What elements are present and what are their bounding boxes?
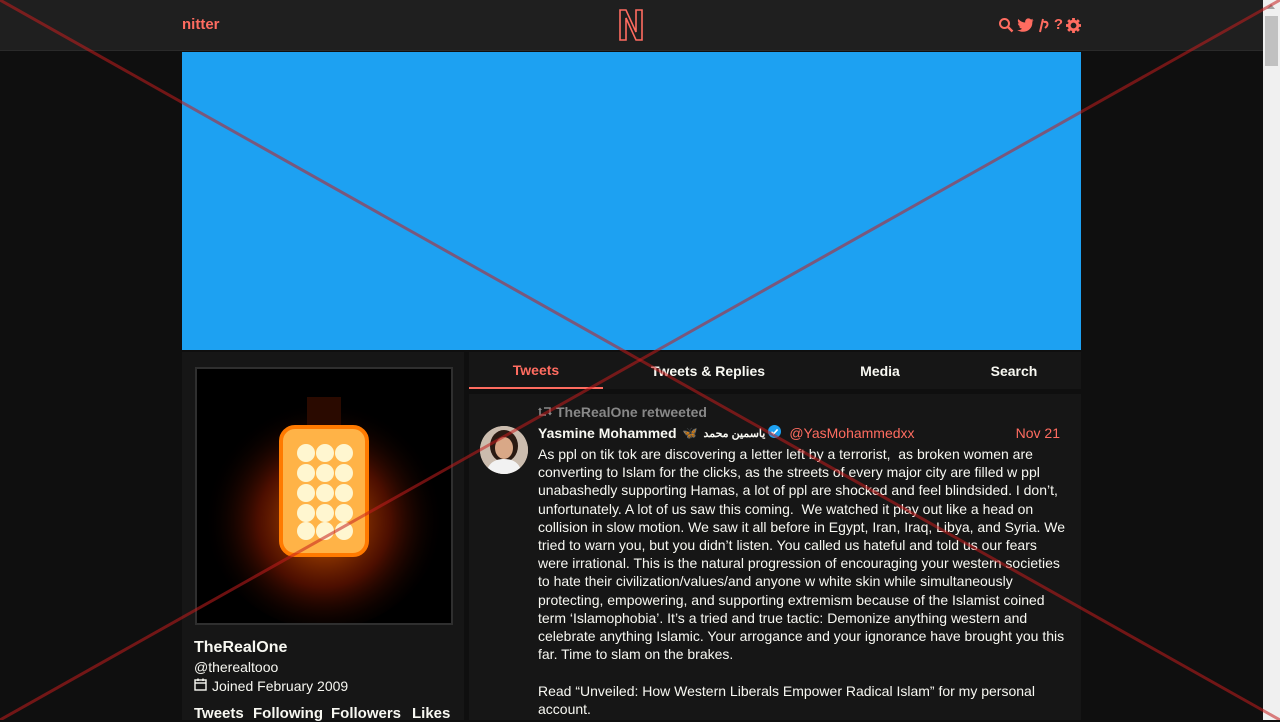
rss-icon[interactable] bbox=[1037, 17, 1051, 33]
navbar: nitter ? bbox=[0, 0, 1263, 51]
nav-icons: ? bbox=[998, 16, 1081, 34]
stat-likes[interactable]: Likes bbox=[412, 705, 452, 722]
twitter-icon[interactable] bbox=[1017, 17, 1034, 33]
tweet-fullname[interactable]: Yasmine Mohammed bbox=[538, 425, 677, 441]
brand-link[interactable]: nitter bbox=[182, 16, 220, 33]
tweet-content: As ppl on tik tok are discovering a lett… bbox=[538, 446, 1066, 717]
nitter-logo[interactable] bbox=[617, 8, 645, 42]
profile-avatar[interactable] bbox=[195, 367, 453, 625]
stat-followers[interactable]: Followers bbox=[331, 705, 412, 722]
tweet-item[interactable]: TheRealOne retweeted Yasmine Mohammed 🦋 … bbox=[469, 394, 1081, 720]
profile-card: TheRealOne @therealtooo Joined February … bbox=[182, 352, 464, 722]
gear-icon[interactable] bbox=[1066, 17, 1081, 33]
scroll-up-arrow-icon[interactable] bbox=[1267, 4, 1275, 9]
calendar-icon bbox=[194, 678, 207, 694]
search-icon[interactable] bbox=[998, 17, 1014, 33]
timeline: Tweets Tweets & Replies Media Search The… bbox=[469, 352, 1081, 720]
stat-following[interactable]: Following bbox=[253, 705, 331, 722]
tweet-arabic-name: ياسمين محمد bbox=[703, 427, 766, 440]
help-icon[interactable]: ? bbox=[1054, 16, 1063, 34]
tab-bar: Tweets Tweets & Replies Media Search bbox=[469, 352, 1081, 389]
tweet-avatar[interactable] bbox=[480, 426, 528, 474]
profile-username[interactable]: @therealtooo bbox=[194, 659, 278, 675]
profile-banner[interactable] bbox=[182, 52, 1081, 350]
butterfly-emoji: 🦋 bbox=[682, 426, 698, 440]
retweet-label: TheRealOne retweeted bbox=[556, 404, 707, 420]
tab-search[interactable]: Search bbox=[947, 352, 1081, 389]
tab-tweets[interactable]: Tweets bbox=[469, 352, 603, 389]
profile-stats: Tweets Following Followers Likes bbox=[194, 705, 452, 722]
verified-icon bbox=[768, 425, 782, 441]
tweet-date[interactable]: Nov 21 bbox=[1016, 425, 1060, 441]
tab-tweets-replies[interactable]: Tweets & Replies bbox=[603, 352, 813, 389]
tab-media[interactable]: Media bbox=[813, 352, 947, 389]
scroll-thumb[interactable] bbox=[1265, 16, 1278, 66]
stat-tweets[interactable]: Tweets bbox=[194, 705, 253, 722]
joined-date: Joined February 2009 bbox=[212, 678, 349, 694]
profile-joined: Joined February 2009 bbox=[194, 678, 348, 694]
tweet-username[interactable]: @YasMohammedxx bbox=[789, 425, 914, 441]
scrollbar[interactable] bbox=[1263, 0, 1280, 720]
tweet-header: Yasmine Mohammed 🦋 ياسمين محمد @YasMoham… bbox=[538, 423, 1070, 443]
profile-fullname[interactable]: TheRealOne bbox=[194, 639, 287, 657]
retweet-icon bbox=[538, 404, 552, 420]
retweet-header[interactable]: TheRealOne retweeted bbox=[538, 404, 707, 420]
